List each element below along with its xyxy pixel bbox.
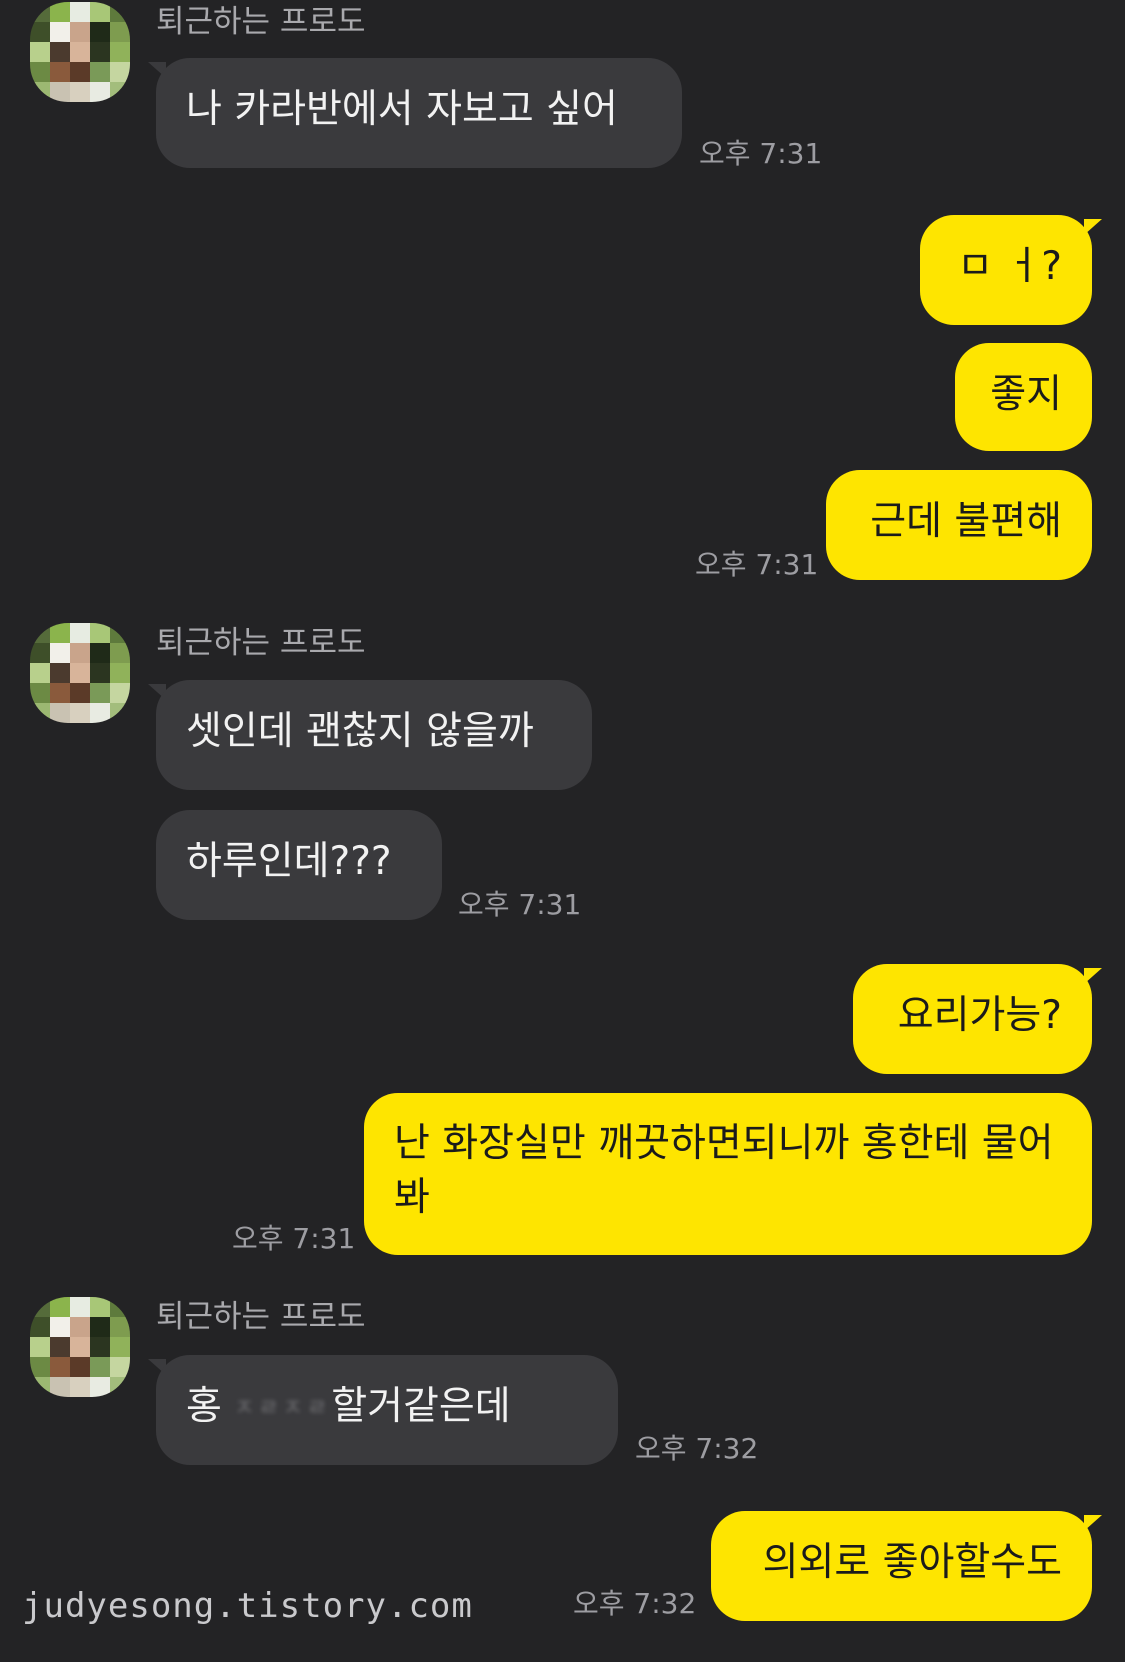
sender-name: 퇴근하는 프로도 bbox=[156, 625, 366, 661]
message-bubble[interactable]: ㅁ ㅓ? bbox=[920, 215, 1092, 325]
message-bubble[interactable]: 요리가능? bbox=[853, 964, 1092, 1074]
message-timestamp: 오후 7:31 bbox=[458, 888, 582, 921]
message-bubble[interactable]: 난 화장실만 깨끗하면되니까 홍한테 물어봐 bbox=[364, 1093, 1092, 1255]
pixelated-avatar-icon[interactable] bbox=[30, 2, 130, 102]
watermark: judyesong.tistory.com bbox=[22, 1586, 473, 1626]
message-bubble[interactable]: 셋인데 괜찮지 않을까 bbox=[156, 680, 592, 790]
message-text-suffix: 할거같은데 bbox=[331, 1384, 511, 1429]
message-timestamp: 오후 7:32 bbox=[635, 1432, 759, 1465]
message-bubble[interactable]: 근데 불편해 bbox=[826, 470, 1092, 580]
sender-name: 퇴근하는 프로도 bbox=[156, 1299, 366, 1335]
message-bubble[interactable]: 홍 ㅈㄹㅈㄹ할거같은데 bbox=[156, 1355, 618, 1465]
message-bubble[interactable]: 좋지 bbox=[955, 343, 1092, 451]
chat-transcript: 퇴근하는 프로도 나 카라반에서 자보고 싶어 오후 7:31 ㅁ ㅓ? 좋지 … bbox=[0, 0, 1125, 1662]
pixelated-avatar-icon[interactable] bbox=[30, 623, 130, 723]
pixelated-avatar-icon[interactable] bbox=[30, 1297, 130, 1397]
message-timestamp: 오후 7:31 bbox=[699, 137, 823, 170]
message-bubble[interactable]: 의외로 좋아할수도 bbox=[711, 1511, 1092, 1621]
sender-name: 퇴근하는 프로도 bbox=[156, 4, 366, 40]
blurred-text: ㅈㄹㅈㄹ bbox=[234, 1395, 332, 1421]
message-bubble[interactable]: 나 카라반에서 자보고 싶어 bbox=[156, 58, 682, 168]
message-bubble[interactable]: 하루인데??? bbox=[156, 810, 442, 920]
message-text-prefix: 홍 bbox=[186, 1384, 222, 1429]
message-timestamp: 오후 7:32 bbox=[573, 1587, 697, 1620]
message-timestamp: 오후 7:31 bbox=[232, 1222, 356, 1255]
message-timestamp: 오후 7:31 bbox=[695, 548, 819, 581]
